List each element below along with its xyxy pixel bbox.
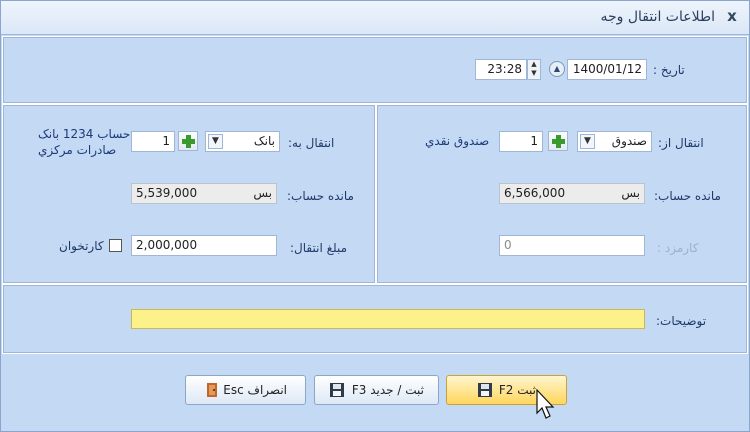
floppy-disk-plus-icon <box>330 383 344 397</box>
cancel-button-label: انصراف Esc <box>223 383 287 397</box>
from-account-name: صندوق نقدي <box>425 134 490 148</box>
notes-field[interactable] <box>131 309 645 329</box>
from-balance-value: 6,566,000 <box>504 186 566 200</box>
date-field[interactable]: 1400/01/12 <box>567 59 647 80</box>
date-picker-icon[interactable]: ▲ <box>549 61 565 77</box>
cardreader-label: كارتخوان <box>59 239 104 253</box>
to-account-name-line2: صادرات مرکزي <box>38 143 117 157</box>
chevron-down-icon[interactable]: ▼ <box>208 134 223 149</box>
transfer-dialog: اطلاعات انتقال وجه x تاریخ : ▲ 1400/01/1… <box>0 0 750 432</box>
time-spinner[interactable]: ▲ ▼ <box>527 59 541 80</box>
to-balance-label: مانده حساب: <box>287 189 354 203</box>
to-number-field[interactable]: 1 <box>131 131 175 152</box>
to-type-dropdown[interactable]: بانک ▼ <box>205 131 280 152</box>
date-label: تاریخ : <box>653 63 685 77</box>
to-account-name-line1: حساب 1234 بانک <box>38 127 131 141</box>
from-balance-label: مانده حساب: <box>654 189 721 203</box>
fee-label: كارمزد : <box>657 241 699 255</box>
to-balance-field: 5,539,000 بس <box>131 183 277 204</box>
add-icon[interactable] <box>178 131 198 151</box>
from-balance-field: 6,566,000 بس <box>499 183 645 204</box>
fee-field: 0 <box>499 235 645 256</box>
save-new-button[interactable]: ثبت / جديد F3 <box>314 375 439 405</box>
from-label: انتقال از: <box>658 136 704 150</box>
to-type-value: بانک <box>253 134 275 148</box>
chevron-down-icon[interactable]: ▼ <box>580 134 595 149</box>
amount-value: 2,000,000 <box>136 238 198 252</box>
amount-label: مبلغ انتقال: <box>290 241 348 255</box>
notes-label: توضيحات: <box>656 314 707 328</box>
to-balance-value: 5,539,000 <box>136 186 198 200</box>
title-bar: اطلاعات انتقال وجه x <box>1 1 749 35</box>
add-icon[interactable] <box>548 131 568 151</box>
save-button-label: ثبت F2 <box>498 383 536 397</box>
from-balance-unit: بس <box>621 186 640 200</box>
exit-door-icon <box>207 383 217 397</box>
to-label: انتقال به: <box>288 136 335 150</box>
fee-value: 0 <box>504 238 512 252</box>
from-type-value: صندوق <box>611 134 647 148</box>
amount-field[interactable]: 2,000,000 <box>131 235 277 256</box>
time-field[interactable]: 23:28 <box>475 59 527 80</box>
from-type-dropdown[interactable]: صندوق ▼ <box>577 131 652 152</box>
close-icon[interactable]: x <box>723 7 741 25</box>
save-new-button-label: ثبت / جديد F3 <box>351 383 424 397</box>
floppy-disk-icon <box>478 383 492 397</box>
from-number-field[interactable]: 1 <box>499 131 543 152</box>
dialog-title: اطلاعات انتقال وجه <box>600 9 715 25</box>
cardreader-checkbox[interactable] <box>109 239 122 252</box>
cancel-button[interactable]: انصراف Esc <box>185 375 306 405</box>
to-balance-unit: بس <box>253 186 272 200</box>
mouse-cursor-icon <box>536 389 555 419</box>
